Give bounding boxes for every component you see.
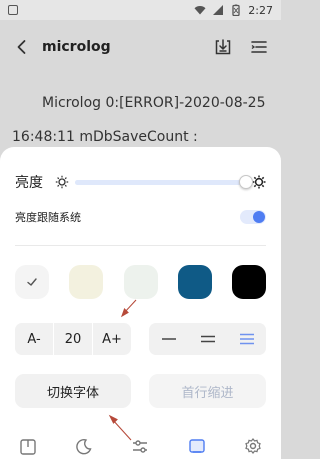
annotation-arrows	[108, 299, 137, 441]
annotation-arrow	[108, 414, 132, 441]
annotation-arrow	[120, 299, 137, 318]
